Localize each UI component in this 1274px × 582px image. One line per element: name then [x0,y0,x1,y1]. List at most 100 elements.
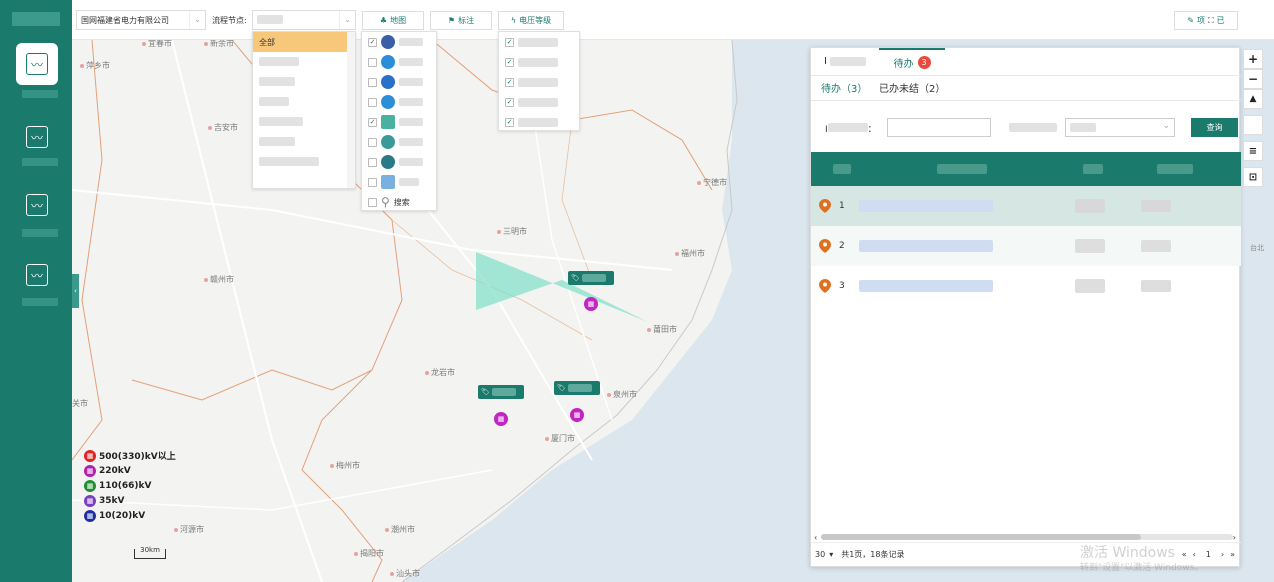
zoom-out-button[interactable]: − [1243,69,1263,89]
layer-option[interactable] [362,92,436,112]
checkbox-checked[interactable]: ✓ [505,57,514,67]
checkbox-checked[interactable]: ✓ [505,37,514,47]
voltage-level-button[interactable]: ϟ 电压等级 [498,11,564,30]
checkbox[interactable] [368,157,377,167]
layer-option[interactable] [362,172,436,192]
layer-option[interactable] [362,152,436,172]
chevron-down-icon: ⌄ [189,11,205,29]
checkbox-checked[interactable]: ✓ [505,97,514,107]
subtab-todo[interactable]: 待办（3） [821,80,867,95]
bolt-icon: ϟ [510,16,517,25]
sidebar-item-2[interactable]: 〰 [16,116,58,158]
chevron-down-icon: ▾ [829,550,834,559]
project-marker-label[interactable]: 🏷 [554,381,600,395]
layer-option[interactable] [362,52,436,72]
zoom-in-button[interactable]: + [1243,49,1263,69]
layer-option[interactable]: ✓ [362,32,436,52]
table-row[interactable]: 1 [811,186,1241,226]
next-page-icon[interactable]: › [1221,550,1224,559]
subtab-done-unclosed[interactable]: 已办未结（2） [879,80,945,95]
page-size-select[interactable]: 30 [815,550,825,559]
location-pin-icon [819,279,831,293]
chevron-down-icon: ⌄ [1162,121,1170,131]
scroll-right-arrow[interactable]: › [1233,533,1236,542]
voltage-option[interactable]: ✓ [499,72,579,92]
compass-icon[interactable]: ▲ [1243,89,1263,109]
dropdown-option[interactable] [253,152,355,172]
map-button[interactable]: ♣ 地图 [362,11,424,30]
sidebar-item-label [22,158,58,166]
tag-icon: 🏷 [481,388,490,396]
substation-marker[interactable]: ▦ [494,412,508,426]
checkbox[interactable] [368,57,377,67]
checkbox-checked[interactable]: ✓ [368,37,377,47]
project-marker-label[interactable]: 🏷 [568,271,614,285]
checkbox[interactable] [368,197,377,207]
layer-option[interactable]: ✓ [362,112,436,132]
dropdown-option[interactable] [253,92,355,112]
city-label: 吉安市 [208,122,238,133]
dropdown-option-all[interactable]: 全部 [253,32,355,52]
flow-node-select[interactable]: ⌄ [252,10,356,30]
list-icon [381,75,395,89]
sidebar-item-4[interactable]: 〰 [16,254,58,296]
menu-icon[interactable]: ≡ [1243,141,1263,161]
page-number[interactable]: 1 [1206,550,1211,559]
checkbox-checked[interactable]: ✓ [505,77,514,87]
layer-option[interactable] [362,132,436,152]
checkbox[interactable] [368,97,377,107]
project-marker-label[interactable]: 🏷 [478,385,524,399]
prev-page-icon[interactable]: ‹ [1193,550,1196,559]
voltage-legend: ▦ 500(330)kV以上 ▦ 220kV ▦ 110(66)kV ▦ 35kV ▦ 1… [84,448,176,523]
sidebar-item-label [22,90,58,98]
legend-item: ▦ 10(20)kV [84,508,176,523]
row-index: 1 [839,201,845,211]
toolbox-icon[interactable]: ⊡ [1243,167,1263,187]
voltage-option[interactable]: ✓ [499,52,579,72]
location-pin-icon [819,199,831,213]
company-select[interactable]: 国网福建省电力有限公司 ⌄ [76,10,206,30]
sidebar-item-1[interactable]: 〰 [16,43,58,85]
right-action-button[interactable]: ✎ 项 ⛶ 已 [1174,11,1238,30]
dropdown-option[interactable] [253,112,355,132]
mark-button[interactable]: ⚑ 标注 [430,11,492,30]
checkbox[interactable] [368,77,377,87]
checkbox[interactable] [368,137,377,147]
search-icon: ⚲ [381,195,390,209]
checkbox[interactable] [368,177,377,187]
tab-todo[interactable]: 待办 3 [879,48,945,75]
first-page-icon[interactable]: « [1182,550,1187,559]
filter-select[interactable]: ⌄ [1065,118,1175,137]
table-row[interactable]: 2 [811,226,1241,266]
dropdown-option[interactable] [253,72,355,92]
substation-marker[interactable]: ▦ [570,408,584,422]
voltage-option[interactable]: ✓ [499,32,579,52]
blank-tool-button[interactable] [1243,115,1263,135]
map-icon [381,115,395,129]
city-label: 三明市 [497,226,527,237]
flag-icon: ⚑ [447,16,456,25]
city-label: 宜春市 [142,40,172,49]
checkbox-checked[interactable]: ✓ [368,117,377,127]
layer-option[interactable]: ⚲ 搜索 [362,192,436,212]
last-page-icon[interactable]: » [1230,550,1235,559]
substation-marker[interactable]: ▦ [584,297,598,311]
legend-item: ▦ 500(330)kV以上 [84,448,176,463]
layer-option[interactable] [362,72,436,92]
query-input[interactable] [887,118,991,137]
horizontal-scrollbar[interactable] [821,534,1233,540]
sidebar-collapse-handle[interactable]: ‹ [72,274,79,308]
dropdown-scrollbar[interactable] [347,32,355,188]
query-button[interactable]: 查询 [1191,118,1238,137]
checkbox-checked[interactable]: ✓ [505,117,514,127]
sidebar-item-3[interactable]: 〰 [16,184,58,226]
dropdown-option[interactable] [253,52,355,72]
table-row[interactable]: 3 [811,266,1241,306]
dropdown-option[interactable] [253,132,355,152]
voltage-option[interactable]: ✓ [499,112,579,132]
windows-activation-watermark: 激活 Windows [1080,545,1175,561]
tab-first[interactable]: I [811,48,879,75]
scroll-left-arrow[interactable]: ‹ [814,533,817,542]
voltage-dropdown: ✓ ✓ ✓ ✓ ✓ [498,31,580,131]
voltage-option[interactable]: ✓ [499,92,579,112]
